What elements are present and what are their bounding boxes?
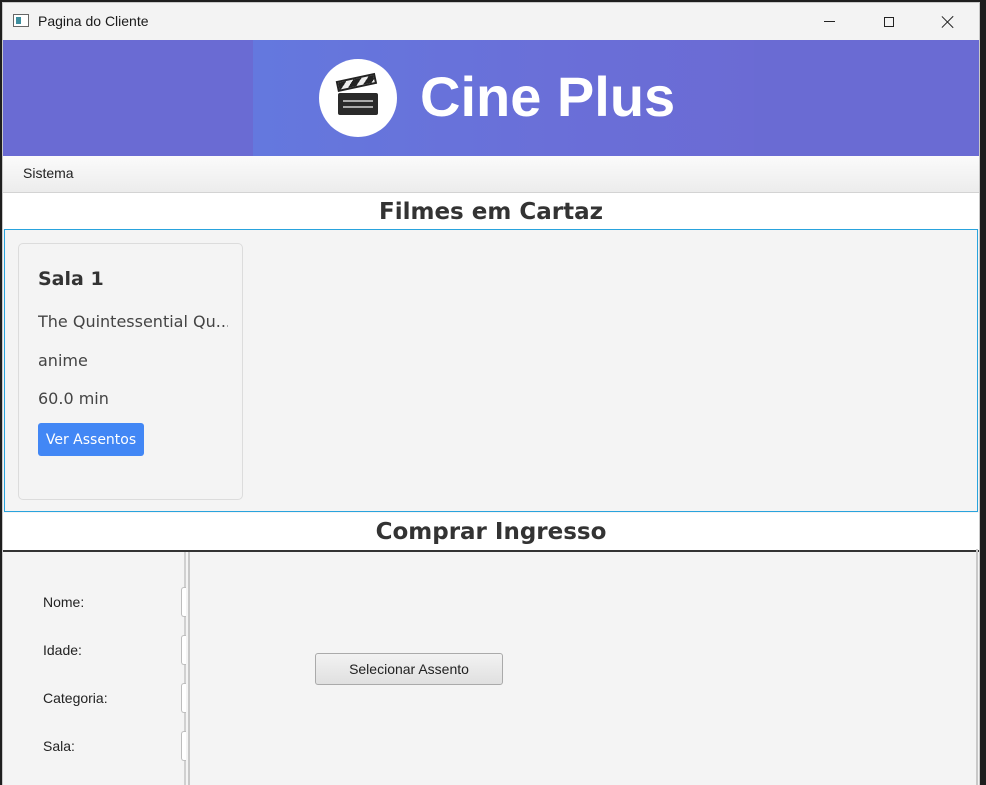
maximize-icon	[884, 16, 894, 27]
app-window: Pagina do Cliente Cine Plus Sistema Film…	[2, 2, 980, 785]
window-title: Pagina do Cliente	[38, 13, 149, 29]
menu-sistema[interactable]: Sistema	[23, 165, 74, 181]
name-field[interactable]	[181, 587, 186, 617]
movie-room: Sala 1	[38, 268, 104, 290]
purchase-panel: Nome: Idade: Categoria: Sala: Selecionar…	[4, 552, 978, 785]
movies-list: Sala 1 The Quintessential Qu... anime 60…	[4, 229, 978, 512]
name-label: Nome:	[43, 594, 85, 610]
window-right-border	[976, 549, 978, 785]
movie-card: Sala 1 The Quintessential Qu... anime 60…	[18, 243, 243, 500]
logo-badge	[319, 59, 397, 137]
minimize-icon	[823, 21, 835, 22]
purchase-form: Nome: Idade: Categoria: Sala:	[4, 552, 186, 785]
room-label: Sala:	[43, 738, 75, 754]
movie-genre: anime	[38, 351, 88, 370]
age-field[interactable]	[181, 635, 186, 665]
purchase-section-title: Comprar Ingresso	[3, 513, 979, 552]
movie-title: The Quintessential Qu...	[38, 312, 228, 331]
brand-name: Cine Plus	[420, 65, 676, 128]
select-seat-button[interactable]: Selecionar Assento	[315, 653, 503, 685]
maximize-button[interactable]	[860, 3, 918, 40]
app-window-icon	[13, 14, 29, 27]
close-button[interactable]	[919, 3, 977, 40]
clapperboard-icon	[335, 72, 378, 115]
menu-bar: Sistema	[3, 156, 979, 193]
title-bar[interactable]: Pagina do Cliente	[3, 3, 979, 40]
movie-duration: 60.0 min	[38, 389, 109, 408]
header-banner: Cine Plus	[3, 40, 979, 156]
category-label: Categoria:	[43, 690, 108, 706]
banner-logo-area: Cine Plus	[253, 40, 754, 156]
close-icon	[941, 15, 955, 29]
room-field[interactable]	[181, 731, 186, 761]
split-pane-divider[interactable]	[188, 552, 190, 785]
age-label: Idade:	[43, 642, 82, 658]
minimize-button[interactable]	[800, 3, 858, 40]
movies-section-title: Filmes em Cartaz	[3, 193, 979, 229]
view-seats-button[interactable]: Ver Assentos	[38, 423, 144, 456]
category-field[interactable]	[181, 683, 186, 713]
